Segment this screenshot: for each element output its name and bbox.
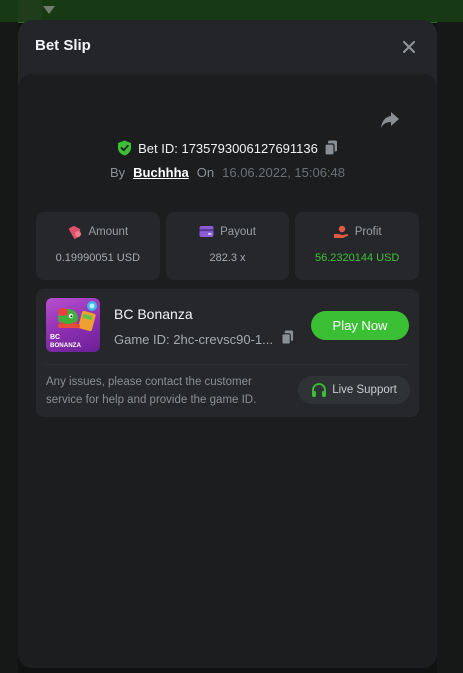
stat-amount: Amount 0.19990051 USD (36, 212, 160, 280)
bet-id-row: Bet ID: 1735793006127691136 (18, 138, 437, 158)
thumb-text-bc: BC (50, 334, 60, 341)
background-right (437, 22, 463, 673)
stat-payout: Payout 282.3 x (165, 212, 290, 280)
divider (46, 364, 409, 365)
stat-value: 56.2320144 USD (314, 252, 400, 264)
modal-title: Bet Slip (35, 37, 91, 54)
live-support-label: Live Support (332, 384, 397, 396)
stat-label: Amount (88, 226, 129, 238)
game-card: BC BONANZA BC Bonanza Game ID: 2hc-crevs… (36, 289, 419, 417)
game-id: Game ID: 2hc-crevsc90-1... (114, 331, 273, 347)
background-left (0, 22, 18, 673)
copy-bet-id-button[interactable] (324, 140, 338, 156)
username-link[interactable]: Buchhha (133, 165, 189, 180)
game-art-image: BC BONANZA (50, 301, 97, 349)
stat-label: Payout (220, 225, 256, 238)
play-now-button[interactable]: Play Now (311, 311, 409, 340)
bet-slip-modal: Bet Slip Bet ID: 1735793006127691136 By … (18, 20, 437, 668)
author-row: By Buchhha On 16.06.2022, 15:06:48 (18, 162, 437, 182)
on-label: On (196, 164, 215, 180)
copy-icon (324, 140, 337, 156)
close-button[interactable] (399, 37, 419, 57)
share-button[interactable] (379, 110, 401, 130)
copy-icon (281, 330, 294, 345)
bet-details-panel: Bet ID: 1735793006127691136 By Buchhha O… (18, 74, 437, 668)
game-name[interactable]: BC Bonanza (114, 306, 193, 322)
headset-icon (312, 382, 327, 397)
thumb-text-bonanza: BONANZA (50, 342, 81, 349)
stat-label: Profit (354, 226, 382, 238)
live-support-button[interactable]: Live Support (298, 376, 410, 404)
bet-id: Bet ID: 1735793006127691136 (138, 140, 318, 156)
support-message: Any issues, please contact the customer … (46, 376, 257, 406)
share-icon (381, 112, 399, 128)
triangle-down-icon (43, 6, 55, 14)
close-icon (402, 40, 416, 54)
dropdown-toggle[interactable] (18, 0, 55, 22)
copy-game-id-button[interactable] (281, 330, 294, 348)
verified-shield-icon (118, 140, 132, 156)
payout-icon (199, 226, 214, 237)
game-thumbnail[interactable]: BC BONANZA (46, 298, 100, 352)
bet-date: 16.06.2022, 15:06:48 (222, 164, 346, 180)
stat-profit: Profit 56.2320144 USD (295, 212, 420, 280)
stats-row: Amount 0.19990051 USD Payout 282.3 x Pro… (36, 212, 420, 280)
stat-value: 282.3 x (209, 252, 246, 264)
amount-icon (68, 225, 81, 239)
profit-icon (333, 225, 348, 238)
stat-value: 0.19990051 USD (55, 252, 141, 264)
by-label: By (109, 164, 126, 180)
game-id-row: Game ID: 2hc-crevsc90-1... (114, 330, 294, 348)
